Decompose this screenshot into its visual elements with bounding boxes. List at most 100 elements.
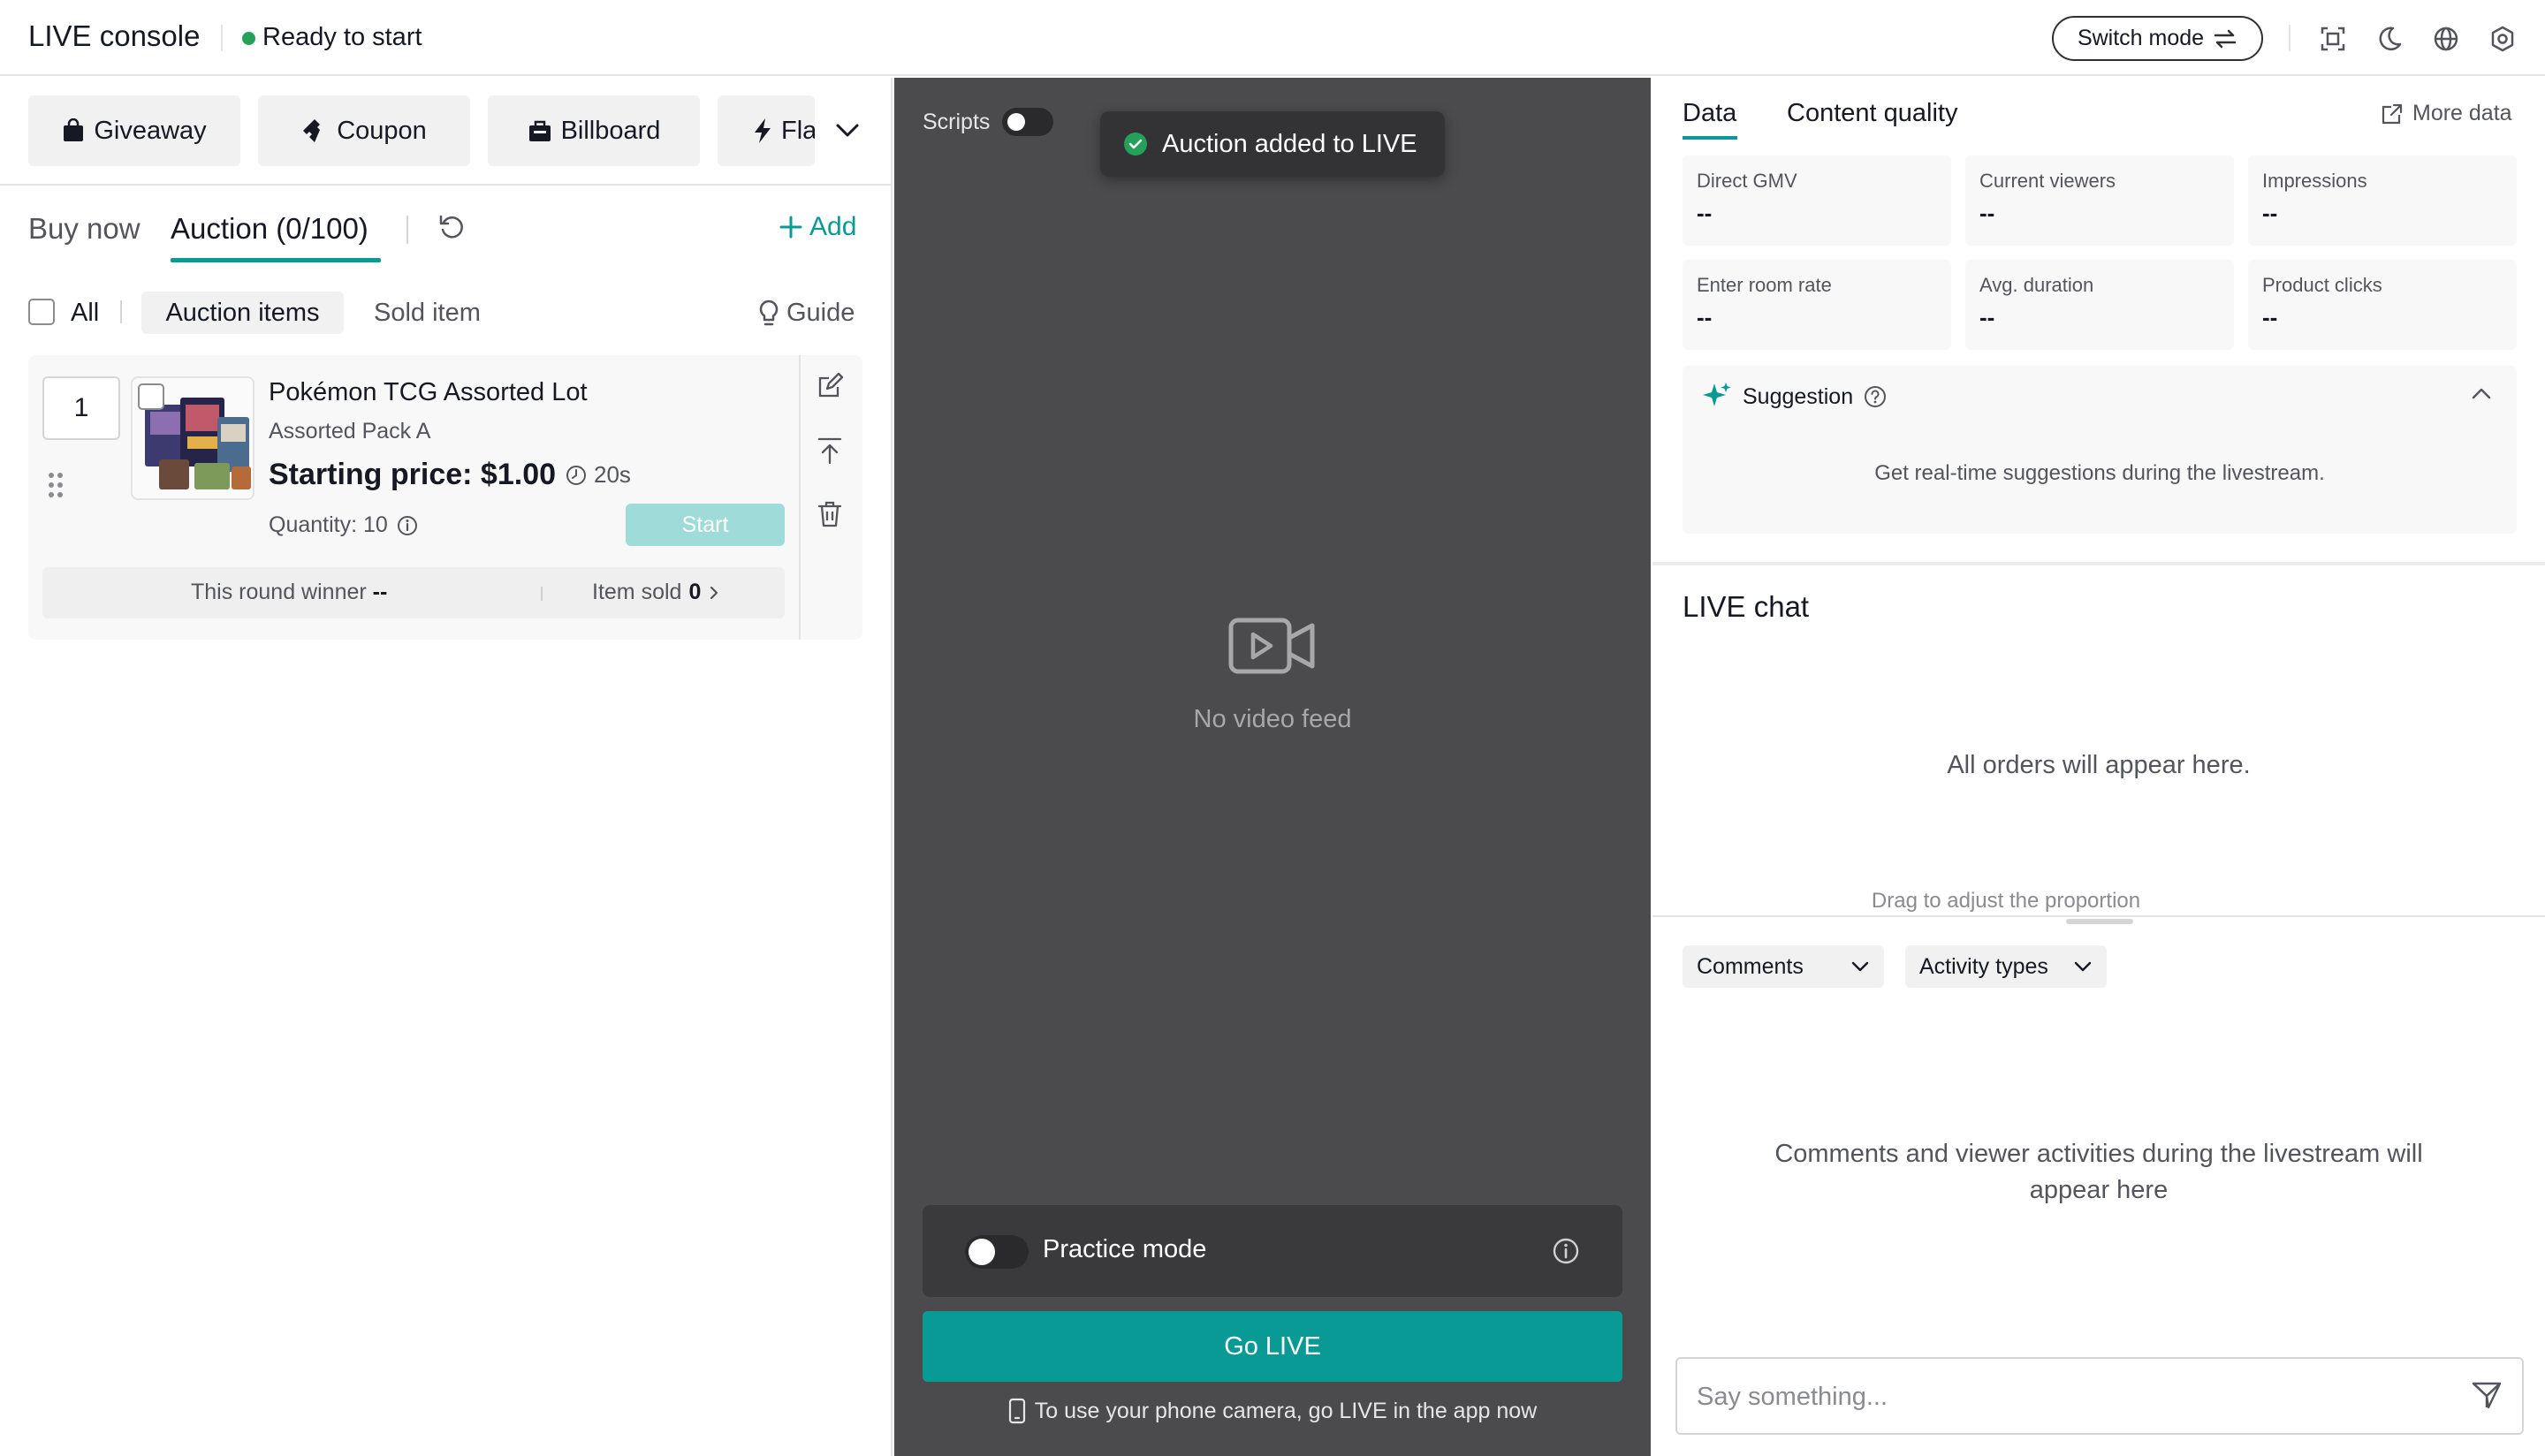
live-chat-title: LIVE chat [1683, 590, 1810, 623]
guide-button[interactable]: Guide [758, 299, 855, 328]
metric-label: Product clicks [2262, 274, 2382, 296]
metric-value: -- [2262, 200, 2278, 226]
app-title: LIVE console [28, 19, 201, 52]
item-starting-price: Starting price: $1.00 [269, 458, 557, 491]
drag-handle-icon[interactable] [48, 472, 64, 498]
practice-mode-toggle-knob [969, 1239, 995, 1265]
swap-arrows-icon [2213, 28, 2237, 49]
comments-select-label: Comments [1697, 953, 1804, 979]
dark-mode-icon[interactable] [2375, 25, 2404, 53]
item-footer-separator [541, 587, 543, 601]
chevron-up-icon[interactable] [2471, 387, 2492, 401]
chevron-down-icon [2073, 960, 2093, 973]
comments-empty-text: Comments and viewer activities during th… [1774, 1140, 2423, 1204]
metric-label: Avg. duration [1979, 274, 2094, 296]
switch-mode-button[interactable]: Switch mode [2052, 16, 2263, 61]
chat-input[interactable] [1697, 1376, 2439, 1417]
comments-select[interactable]: Comments [1683, 945, 1884, 988]
status-dot [242, 32, 255, 45]
metric-product-clicks: Product clicks -- [2248, 260, 2517, 350]
drag-hint-text: Drag to adjust the proportion [1871, 889, 2141, 913]
edit-icon[interactable] [817, 373, 843, 399]
toolbar-divider [0, 184, 893, 186]
send-icon[interactable] [2471, 1380, 2503, 1410]
metric-current-viewers: Current viewers -- [1965, 155, 2234, 246]
metric-avg-duration: Avg. duration -- [1965, 260, 2234, 350]
coupon-button[interactable]: Coupon [258, 95, 470, 166]
tabs-separator [406, 216, 408, 244]
resize-handle[interactable] [2066, 919, 2133, 924]
info-icon[interactable] [1552, 1237, 1580, 1265]
coupon-label: Coupon [337, 116, 427, 145]
refresh-icon[interactable] [437, 212, 467, 242]
phone-hint-text: To use your phone camera, go LIVE in the… [1034, 1398, 1538, 1423]
coupon-icon [301, 118, 328, 144]
item-sold-link[interactable]: Item sold 0 [592, 580, 720, 605]
filter-auction-items[interactable]: Auction items [141, 292, 344, 334]
no-video-feed-text: No video feed [1193, 705, 1352, 733]
title-divider [221, 25, 223, 51]
round-winner-label: This round winner [191, 580, 367, 604]
filter-sold-item[interactable]: Sold item [374, 299, 481, 328]
settings-icon[interactable] [2488, 25, 2517, 53]
check-circle-icon [1123, 132, 1148, 156]
tab-auction[interactable]: Auction (0/100) [171, 212, 368, 246]
practice-mode-label: Practice mode [1043, 1235, 1207, 1263]
header-separator [2289, 25, 2290, 51]
help-icon[interactable] [1864, 385, 1887, 408]
more-data-link[interactable]: More data [2381, 101, 2512, 126]
metric-label: Impressions [2262, 170, 2367, 192]
orders-empty-text: All orders will appear here. [1947, 751, 2251, 779]
item-order-input[interactable]: 1 [42, 376, 120, 440]
flash-sale-button[interactable]: Fla [718, 95, 815, 166]
move-to-top-icon[interactable] [817, 436, 843, 465]
tab-buy-now[interactable]: Buy now [28, 212, 141, 246]
item-actions-separator [799, 355, 801, 640]
fullscreen-icon[interactable] [2319, 25, 2347, 53]
filter-separator [120, 300, 122, 323]
billboard-button[interactable]: Billboard [488, 95, 700, 166]
toast-notification: Auction added to LIVE [1100, 111, 1445, 177]
add-button[interactable]: Add [779, 212, 856, 242]
select-all-checkbox[interactable] [28, 299, 55, 325]
billboard-icon [528, 118, 552, 143]
add-label: Add [809, 212, 857, 241]
start-auction-button[interactable]: Start [626, 504, 785, 546]
metric-value: -- [1979, 304, 1995, 330]
chevron-down-icon[interactable] [834, 118, 861, 143]
suggestion-header: Suggestion [1702, 382, 1887, 412]
more-data-label: More data [2412, 101, 2512, 125]
go-live-button[interactable]: Go LIVE [923, 1311, 1622, 1382]
tab-content-quality[interactable]: Content quality [1787, 99, 1957, 128]
suggestion-title: Suggestion [1743, 383, 1854, 409]
tab-data[interactable]: Data [1683, 99, 1736, 128]
toast-message: Auction added to LIVE [1162, 129, 1417, 158]
item-timer: 20s [566, 461, 631, 489]
activity-types-select[interactable]: Activity types [1905, 945, 2107, 988]
giveaway-label: Giveaway [94, 116, 207, 145]
left-panel [0, 78, 893, 1456]
activity-types-select-label: Activity types [1919, 953, 2048, 979]
info-icon[interactable] [397, 515, 418, 536]
metric-label: Enter room rate [1697, 274, 1832, 296]
globe-icon[interactable] [2432, 25, 2460, 53]
status-text: Ready to start [262, 23, 422, 51]
phone-icon [1008, 1398, 1026, 1424]
select-all-label: All [71, 299, 100, 327]
item-select-checkbox[interactable] [138, 383, 164, 410]
drag-divider [1652, 915, 2545, 917]
guide-label: Guide [786, 299, 855, 327]
delete-icon[interactable] [817, 500, 843, 528]
metric-enter-room-rate: Enter room rate -- [1683, 260, 1951, 350]
item-sold-value: 0 [688, 580, 702, 604]
item-sold-label: Item sold [592, 580, 682, 604]
item-title: Pokémon TCG Assorted Lot [269, 378, 588, 406]
metric-value: -- [1697, 200, 1713, 226]
metric-label: Direct GMV [1697, 170, 1797, 192]
giveaway-button[interactable]: Giveaway [28, 95, 240, 166]
metric-value: -- [1697, 304, 1713, 330]
phone-camera-hint: To use your phone camera, go LIVE in the… [894, 1398, 1651, 1424]
metric-label: Current viewers [1979, 170, 2116, 192]
metric-value: -- [2262, 304, 2278, 330]
tab-active-underline [171, 258, 381, 262]
